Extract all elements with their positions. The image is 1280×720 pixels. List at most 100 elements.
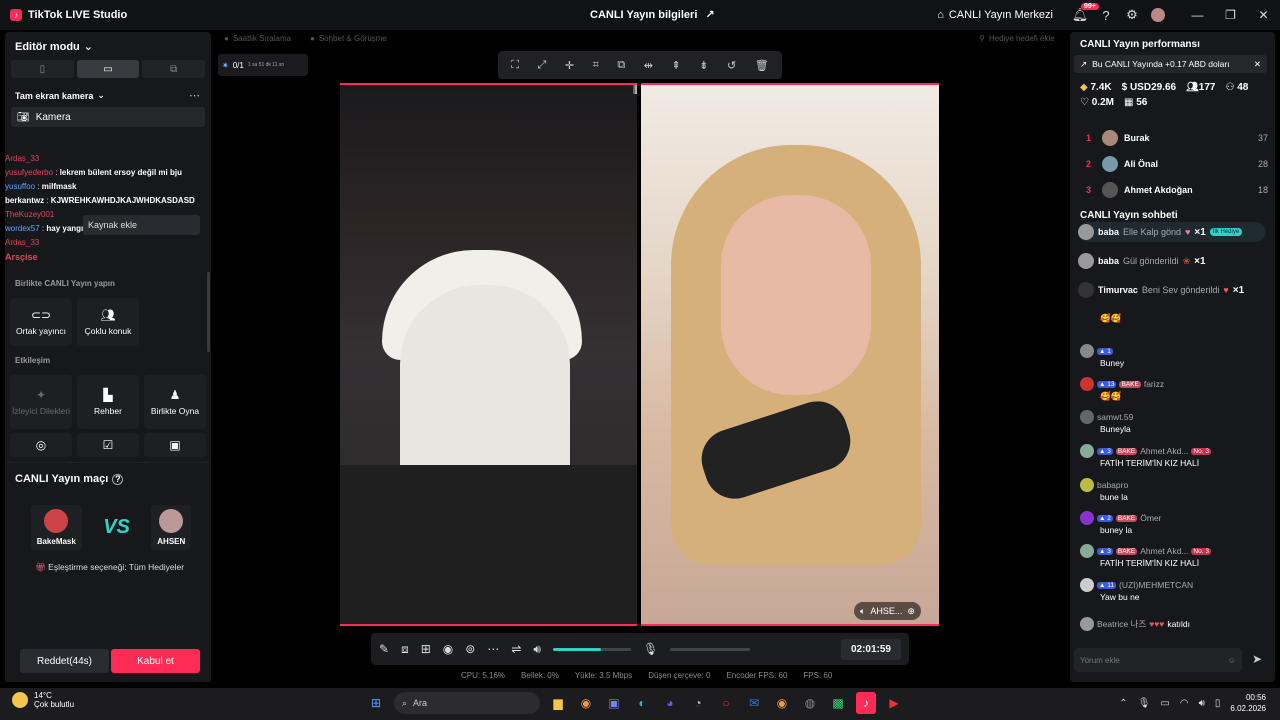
scene-tab-chat[interactable]: ● Sohbet & Görüşme xyxy=(310,34,387,43)
chat-message[interactable]: ▲ 13 BAKE farizz 🥰🥰 xyxy=(1080,377,1268,402)
notification-button[interactable]: 🔔︎ 99+ xyxy=(1067,0,1099,30)
app-icon[interactable]: ◍ xyxy=(800,692,820,714)
ranking-row[interactable]: 1 Burak 37 xyxy=(1080,127,1268,149)
crop-icon[interactable]: ⌗ xyxy=(593,59,599,72)
guest-name-pill[interactable]: 🔈︎ AHSE... ⊕ xyxy=(854,602,921,620)
mic-icon[interactable]: 🎙︎ xyxy=(1138,698,1151,709)
landscape-mode-button[interactable]: ▭ xyxy=(76,60,140,78)
app-icon[interactable]: ◔ xyxy=(688,692,708,714)
battery-icon[interactable]: ▯ xyxy=(1215,698,1221,709)
volume-slider[interactable] xyxy=(552,647,631,651)
camera-section-dropdown[interactable]: Tam ekran kamera ⌄ xyxy=(15,90,105,101)
reject-button[interactable]: Reddet(44s) xyxy=(20,649,109,673)
minimize-button[interactable]: — xyxy=(1181,0,1214,30)
volume-icon[interactable]: 🔊︎ xyxy=(1199,698,1205,709)
info-icon[interactable]: ? xyxy=(112,473,124,485)
chevron-up-icon[interactable]: ⌃ xyxy=(1119,698,1127,709)
gift-message[interactable]: baba Elle Kalp gönd ♥ ×1 İlk Hediye xyxy=(1078,222,1266,242)
chrome-icon[interactable]: ◉ xyxy=(772,692,792,714)
guest-video[interactable] xyxy=(641,83,939,626)
opera-icon[interactable]: ○ xyxy=(716,692,736,714)
chat-message[interactable]: ▲ 1 Buney xyxy=(1080,344,1268,368)
dual-mode-button[interactable]: ⧉ xyxy=(142,60,206,78)
camera-source-item[interactable]: 📷︎ Kamera xyxy=(11,107,205,127)
effects-icon[interactable]: ⧈ xyxy=(401,642,409,657)
chat-message[interactable]: 🥰🥰 xyxy=(1080,313,1268,324)
chat-message[interactable]: ▲ 11 (UZİ)MEHMETCAN Yaw bu ne xyxy=(1080,578,1268,602)
chat-message[interactable]: ▲ 2 BAKE Ömer buney la xyxy=(1080,511,1268,535)
left-scrollbar[interactable] xyxy=(207,272,210,352)
record-icon[interactable]: ◉ xyxy=(443,642,453,656)
maximize-button[interactable]: ❐ xyxy=(1214,0,1247,30)
viewer-wishes-tile[interactable]: ✦ İzleyici Dilekleri xyxy=(10,375,72,429)
chrome-icon[interactable]: ◉ xyxy=(576,692,596,714)
edge-icon[interactable]: ◐ xyxy=(632,692,652,714)
add-source-tooltip[interactable]: Kaynak ekle xyxy=(83,215,200,235)
guide-tile[interactable]: ▙ Rehber xyxy=(77,375,139,429)
multi-guest-tile[interactable]: 👥︎ Çoklu konuk xyxy=(77,298,139,346)
teams-icon[interactable]: ▣ xyxy=(604,692,624,714)
fit-icon[interactable]: ⛶ xyxy=(511,59,519,72)
expand-icon[interactable]: ⤢ xyxy=(538,59,547,72)
help-button[interactable]: ? xyxy=(1093,0,1119,30)
mail-icon[interactable]: ✉ xyxy=(744,692,764,714)
emoji-icon[interactable]: ☺ xyxy=(1228,656,1236,665)
close-button[interactable]: ✕ xyxy=(1247,0,1280,30)
layer-down-icon[interactable]: ⇟ xyxy=(699,59,708,72)
play-together-tile[interactable]: ♟ Birlikte Oyna xyxy=(144,375,206,429)
discord-icon[interactable]: ◕ xyxy=(660,692,680,714)
copy-icon[interactable]: ⧉ xyxy=(617,59,625,72)
live-center-button[interactable]: ⌂ CANLI Yayın Merkezi xyxy=(937,9,1053,21)
editor-mode-dropdown[interactable]: Editör modu ⌄ xyxy=(15,40,93,54)
gift-message[interactable]: Timurvac Beni Sev gönderildi ♥ ×1 xyxy=(1078,280,1266,300)
add-source-icon[interactable]: ⊞ xyxy=(421,642,431,656)
sliders-icon[interactable]: ⇌ xyxy=(511,642,521,656)
clock[interactable]: 00:56 6.02.2026 xyxy=(1230,692,1266,714)
weather-widget[interactable]: 14°C Çok bulutlu xyxy=(12,691,74,709)
split-handle-icon[interactable]: ⫼ xyxy=(633,85,638,96)
game-icon[interactable]: ▩ xyxy=(828,692,848,714)
comment-input[interactable]: Yorum ekle ☺ xyxy=(1074,648,1242,672)
display-icon[interactable]: ▭ xyxy=(1160,698,1169,709)
volume-icon[interactable]: 🔊︎ xyxy=(533,642,541,657)
magic-icon[interactable]: ✎ xyxy=(379,642,389,656)
file-explorer-icon[interactable]: ▆ xyxy=(548,692,568,714)
poll-tile[interactable]: ◎ xyxy=(10,433,72,457)
mic-icon[interactable]: 🎙︎ xyxy=(643,642,658,656)
chat-message[interactable]: ▲ 3 BAKE Ahmet Akd... No. 3 FATİH TERİM'İN … xyxy=(1080,444,1268,468)
ranking-row[interactable]: 2 Ali Önal 28 xyxy=(1080,153,1268,175)
taskbar-search[interactable]: ⌕ Ara xyxy=(394,692,540,714)
host-video[interactable] xyxy=(340,83,637,626)
more-icon[interactable]: ⋯ xyxy=(487,642,499,656)
tiktok-live-icon[interactable]: ♪ xyxy=(856,692,876,714)
send-icon[interactable]: ➤ xyxy=(1252,652,1262,666)
more-options-icon[interactable]: ⋯ xyxy=(189,89,200,102)
close-icon[interactable]: ✕ xyxy=(1254,59,1261,70)
add-gift-goal[interactable]: ⚲ Hediye hedefi ekle xyxy=(979,34,1055,43)
chat-message[interactable]: ▲ 3 BAKE Ahmet Akd... No. 3 FATİH TERİM'İN … xyxy=(1080,544,1268,568)
join-message[interactable]: Beatrice 나즈 ♥♥♥ katıldı xyxy=(1080,617,1268,631)
live-info-link[interactable]: CANLI Yayın bilgileri ↗ xyxy=(590,8,715,22)
youtube-icon[interactable]: ▶ xyxy=(884,692,904,714)
co-host-tile[interactable]: ⊂⊃ Ortak yayıncı xyxy=(10,298,72,346)
box-tile[interactable]: ▣ xyxy=(144,433,206,457)
portrait-mode-button[interactable]: ▯ xyxy=(11,60,74,78)
windows-start-icon[interactable]: ⊞ xyxy=(366,692,386,714)
accept-button[interactable]: Kabul et xyxy=(111,649,200,673)
flip-icon[interactable]: ⇹ xyxy=(644,59,653,72)
layer-up-icon[interactable]: ⇞ xyxy=(671,59,680,72)
chat-message[interactable]: babapro bune la xyxy=(1080,478,1268,502)
gift-message[interactable]: baba Gül gönderildi ❀ ×1 xyxy=(1078,251,1266,271)
ranking-row[interactable]: 3 Ahmet Akdoğan 18 xyxy=(1080,179,1268,201)
chat-message[interactable]: samwt.59 Buneyla xyxy=(1080,410,1268,434)
center-icon[interactable]: ✛ xyxy=(565,59,574,72)
checklist-tile[interactable]: ☑ xyxy=(77,433,139,457)
scene-tab-hourly[interactable]: ● Saatlik Sıralama xyxy=(224,34,291,43)
rotate-icon[interactable]: ↺ xyxy=(727,59,736,72)
wifi-icon[interactable]: ◠ xyxy=(1180,698,1189,709)
profile-button[interactable] xyxy=(1145,0,1171,30)
mic-slider[interactable] xyxy=(670,647,751,651)
target-icon[interactable]: ⊚ xyxy=(465,642,475,656)
settings-button[interactable]: ⚙ xyxy=(1119,0,1145,30)
trash-icon[interactable]: 🗑︎ xyxy=(755,59,769,72)
